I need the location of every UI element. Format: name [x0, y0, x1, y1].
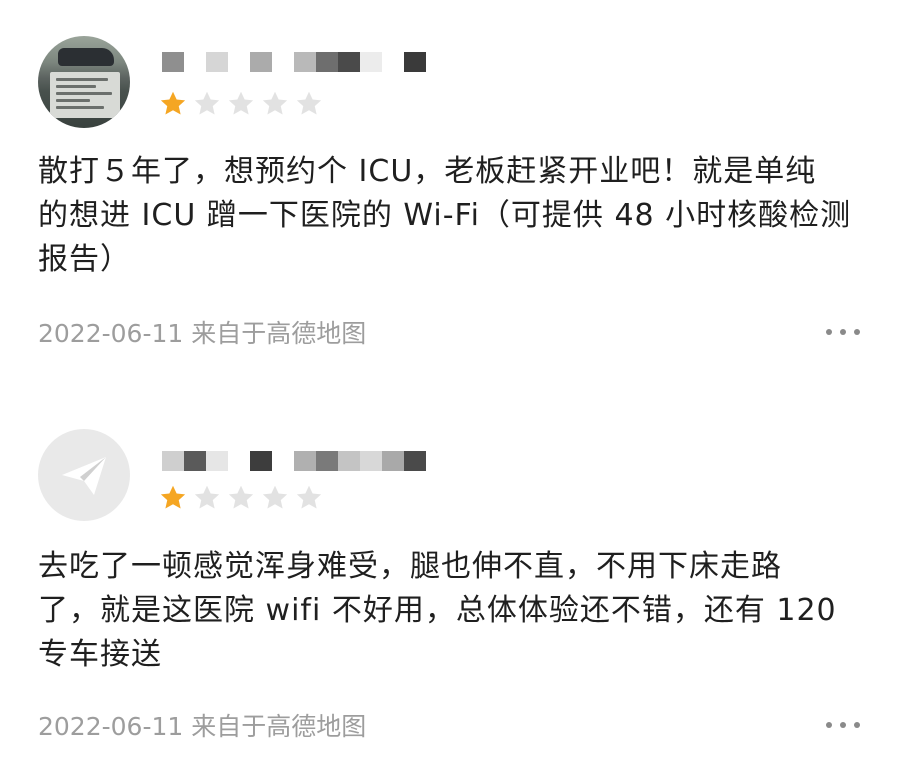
- review-text: 去吃了一顿感觉浑身难受，腿也伸不直，不用下床走路 了，就是这医院 wifi 不好…: [38, 545, 868, 677]
- review-text: 散打５年了，想预约个 ICU，老板赶紧开业吧！就是单纯 的想进 ICU 蹭一下医…: [38, 150, 868, 282]
- star-empty-icon: [262, 485, 288, 509]
- more-dot-icon: [826, 329, 832, 335]
- review-text-line: 了，就是这医院 wifi 不好用，总体体验还不错，还有 120: [38, 593, 837, 628]
- star-empty-icon: [296, 91, 322, 115]
- more-dot-icon: [840, 329, 846, 335]
- review-meta: 2022-06-11 来自于高德地图: [38, 707, 366, 743]
- review-date: 2022-06-11: [38, 712, 184, 741]
- rating-stars: [158, 89, 324, 119]
- rating-stars: [158, 483, 324, 513]
- car-image: [58, 48, 114, 66]
- more-dot-icon: [854, 722, 860, 728]
- more-options-button[interactable]: [826, 715, 860, 735]
- reviews-page: 散打５年了，想预约个 ICU，老板赶紧开业吧！就是单纯 的想进 ICU 蹭一下医…: [0, 0, 900, 768]
- review-text-line: 散打５年了，想预约个 ICU，老板赶紧开业吧！就是单纯: [38, 154, 817, 189]
- username-mosaic: [162, 451, 426, 471]
- star-empty-icon: [194, 91, 220, 115]
- review-item: 散打５年了，想预约个 ICU，老板赶紧开业吧！就是单纯 的想进 ICU 蹭一下医…: [0, 0, 900, 385]
- user-avatar[interactable]: [38, 429, 130, 521]
- more-options-button[interactable]: [826, 322, 860, 342]
- star-filled-icon: [160, 91, 186, 115]
- user-avatar[interactable]: [38, 36, 130, 128]
- more-dot-icon: [826, 722, 832, 728]
- sign-image: [50, 72, 120, 118]
- star-empty-icon: [194, 485, 220, 509]
- review-source: 来自于高德地图: [191, 319, 367, 348]
- username-mosaic: [162, 52, 426, 72]
- star-empty-icon: [296, 485, 322, 509]
- star-empty-icon: [262, 91, 288, 115]
- star-empty-icon: [228, 91, 254, 115]
- review-source: 来自于高德地图: [191, 712, 367, 741]
- review-text-line: 的想进 ICU 蹭一下医院的 Wi-Fi（可提供 48 小时核酸检测: [38, 198, 852, 233]
- review-text-line: 去吃了一顿感觉浑身难受，腿也伸不直，不用下床走路: [38, 549, 782, 584]
- review-meta: 2022-06-11 来自于高德地图: [38, 314, 366, 350]
- more-dot-icon: [840, 722, 846, 728]
- review-text-line: 报告）: [38, 242, 131, 277]
- review-text-line: 专车接送: [38, 637, 162, 672]
- review-date: 2022-06-11: [38, 319, 184, 348]
- star-filled-icon: [160, 485, 186, 509]
- more-dot-icon: [854, 329, 860, 335]
- review-item: 去吃了一顿感觉浑身难受，腿也伸不直，不用下床走路 了，就是这医院 wifi 不好…: [0, 385, 900, 768]
- star-empty-icon: [228, 485, 254, 509]
- paper-plane-icon: [62, 457, 106, 495]
